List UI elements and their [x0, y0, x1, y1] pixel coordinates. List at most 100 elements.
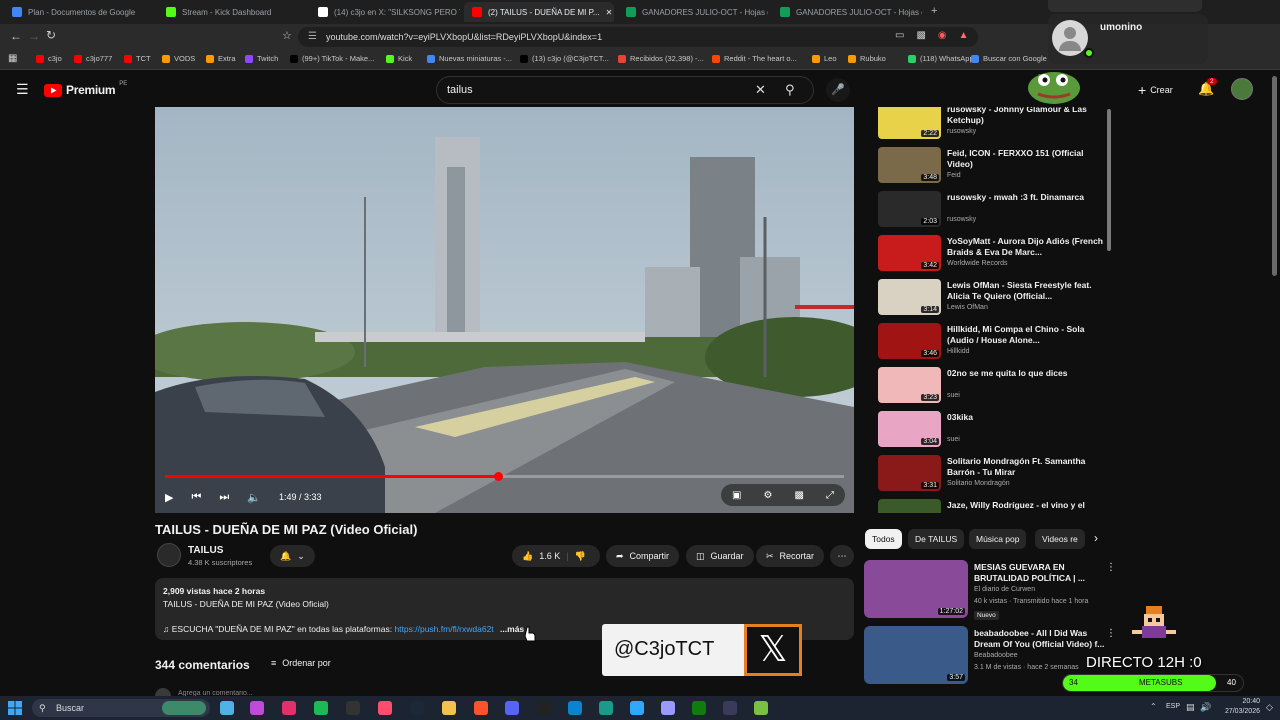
playlist-item[interactable]: 2:22 rusowsky - Johnny Glamour & Las Ketc… — [878, 107, 1108, 143]
playlist-item[interactable]: 3:46 Hillkidd, Mi Compa el Chino - Sola (… — [878, 323, 1108, 363]
back-icon[interactable]: ← — [10, 29, 22, 43]
page-scrollbar[interactable] — [1272, 76, 1277, 276]
obs-icon[interactable] — [723, 701, 737, 715]
windows-start-icon[interactable] — [8, 701, 22, 715]
subscribed-button[interactable]: 🔔 ⌄ — [270, 545, 315, 567]
file-explorer-icon[interactable] — [442, 701, 456, 715]
filter-chip[interactable]: De TAILUS — [908, 529, 965, 549]
account-avatar[interactable] — [1231, 78, 1253, 100]
playlist-item[interactable]: 3:05 Jaze, Willy Rodríguez - el vino y el… — [878, 499, 1108, 513]
playlist-item[interactable]: 3:31 Solitario Mondragón Ft. Samantha Bar… — [878, 455, 1108, 495]
filter-chip[interactable]: Todos — [865, 529, 902, 549]
bookmark-star-icon[interactable]: ☆ — [282, 29, 292, 42]
playlist-item[interactable]: 3:42 YoSoyMatt - Aurora Dijo Adiós (Frenc… — [878, 235, 1108, 275]
epic-games-icon[interactable] — [346, 701, 360, 715]
browser-tab[interactable]: (2) TAILUS - DUEÑA DE MI P... ✕ — [464, 2, 614, 22]
language-indicator[interactable]: ESP — [1166, 703, 1180, 710]
apps-grid-icon[interactable]: ▦ — [8, 53, 17, 64]
bookmark-item[interactable]: c3jo777 — [74, 54, 112, 63]
copilot-icon[interactable] — [250, 701, 264, 715]
bookmark-item[interactable]: Nuevas miniaturas -... — [427, 54, 512, 63]
bookmark-item[interactable]: (13) c3jo (@C3joTCT... — [520, 54, 609, 63]
next-icon[interactable]: ⏭ — [219, 491, 229, 504]
edge-icon[interactable] — [568, 701, 582, 715]
play-icon[interactable]: ▶ — [165, 491, 173, 504]
subtitles-icon[interactable]: ▣ — [732, 490, 741, 501]
video-player[interactable]: ▶ ⏮ ⏭ 🔈 1:49 / 3:33 ▣ ⚙ ▩ ⤢ — [155, 107, 854, 513]
playlist-item[interactable]: 3:14 Lewis OfMan - Siesta Freestyle feat.… — [878, 279, 1108, 319]
playlist-scrollbar[interactable] — [1107, 109, 1111, 251]
menu-hamburger-icon[interactable]: ☰ — [16, 81, 29, 98]
spotify-icon[interactable] — [314, 701, 328, 715]
browser-tab[interactable]: Plan - Documentos de Google — [4, 2, 154, 22]
browser-tab[interactable]: Stream - Kick Dashboard — [158, 2, 306, 22]
bookmark-item[interactable]: (118) WhatsApp — [908, 54, 974, 63]
search-icon[interactable]: ⚲ — [785, 77, 795, 103]
reload-icon[interactable]: ↻ — [46, 28, 56, 42]
bookmark-item[interactable]: Extra — [206, 54, 236, 63]
browser-tab[interactable]: (14) c3jo en X: "SILKSONG PERO TO... — [310, 2, 460, 22]
chips-next-icon[interactable]: › — [1094, 531, 1098, 545]
clock-date[interactable]: 27/03/2026 — [1218, 708, 1260, 715]
recommended-menu-icon[interactable]: ⋮ — [1106, 628, 1116, 639]
miniplayer-icon[interactable]: ▩ — [795, 490, 804, 501]
premiere-icon[interactable] — [661, 701, 675, 715]
bookmark-item[interactable]: Rubuko — [848, 54, 886, 63]
playlist-item[interactable]: 3:04 03kika suei — [878, 411, 1108, 451]
clip-button[interactable]: ✂ Recortar — [756, 545, 825, 567]
like-button[interactable]: 👍 1.6 K | 👎 — [512, 545, 600, 567]
save-button[interactable]: ◫ Guardar — [686, 545, 754, 567]
bookmark-item[interactable]: c3jo — [36, 54, 62, 63]
volume-icon[interactable]: 🔈 — [247, 491, 261, 504]
bookmark-item[interactable]: TCT — [124, 54, 151, 63]
thumb-down-icon[interactable]: 👎 — [575, 551, 586, 562]
widgets-icon[interactable] — [220, 701, 234, 715]
clear-search-icon[interactable]: ✕ — [755, 77, 766, 103]
xbox-icon[interactable] — [692, 701, 706, 715]
extension-triangle-icon[interactable]: ▲ — [959, 30, 969, 41]
show-more-link[interactable]: ...más — [500, 624, 524, 634]
browser-tab[interactable]: GANADORES JULIO-OCT - Hojas de... — [618, 2, 768, 22]
sort-comments-button[interactable]: ≡ Ordenar por — [271, 658, 331, 668]
steam-icon[interactable] — [410, 701, 424, 715]
c3jo-app-icon[interactable] — [378, 701, 392, 715]
filter-chip[interactable]: Videos re — [1035, 529, 1085, 549]
brave-icon[interactable] — [474, 701, 488, 715]
fullscreen-icon[interactable]: ⤢ — [826, 490, 834, 501]
discord-icon[interactable] — [505, 701, 519, 715]
notification-center-icon[interactable]: ◇ — [1266, 702, 1273, 713]
channel-avatar[interactable] — [157, 543, 181, 567]
capcut-icon[interactable] — [537, 701, 551, 715]
share-button[interactable]: ➦ Compartir — [606, 545, 680, 567]
bookmark-item[interactable]: Twitch — [245, 54, 278, 63]
forward-icon[interactable]: → — [28, 29, 40, 43]
bookmark-item[interactable]: Recibidos (32,398) -... — [618, 54, 704, 63]
url-field[interactable]: ☰ youtube.com/watch?v=eyiPLVXbopU&list=R… — [298, 27, 978, 47]
more-actions-button[interactable]: ⋯ — [830, 545, 854, 567]
translate-icon[interactable]: ▩ — [916, 30, 925, 41]
playlist-item[interactable]: 2:03 rusowsky - mwah :3 ft. Dinamarca ruso… — [878, 191, 1108, 231]
speaker-icon[interactable]: 🔊 — [1200, 702, 1211, 713]
app-icon[interactable] — [599, 701, 613, 715]
settings-gear-icon[interactable]: ⚙ — [764, 490, 773, 501]
clock-time[interactable]: 20:40 — [1218, 698, 1260, 705]
bookmark-item[interactable]: Kick — [386, 54, 412, 63]
browser-tab[interactable]: GANADORES JULIO-OCT - Hojas de... — [772, 2, 922, 22]
bookmark-item[interactable]: (99+) TikTok - Make... — [290, 54, 374, 63]
filter-chip[interactable]: Música pop — [969, 529, 1027, 549]
bookmark-item[interactable]: VODS — [162, 54, 195, 63]
network-icon[interactable]: ▤ — [1186, 702, 1195, 713]
description-link[interactable]: https://push.fm/fl/rxwda62t — [394, 624, 493, 634]
site-info-icon[interactable]: ☰ — [308, 27, 317, 47]
bookmark-item[interactable]: Buscar con Google — [971, 54, 1047, 63]
search-input[interactable]: tailus ✕ ⚲ — [436, 76, 814, 104]
create-button[interactable]: + Crear — [1138, 82, 1173, 98]
app2-icon[interactable] — [754, 701, 768, 715]
playlist-item[interactable]: 3:23 02no se me quita lo que dices suei — [878, 367, 1108, 407]
bookmark-item[interactable]: Reddit - The heart o... — [712, 54, 797, 63]
photoshop-icon[interactable] — [630, 701, 644, 715]
recommended-menu-icon[interactable]: ⋮ — [1106, 562, 1116, 573]
recommended-video[interactable]: 1:27:02 MESIAS GUEVARA EN BRUTALIDAD POLÍ… — [864, 560, 1118, 622]
playlist-item[interactable]: 3:48 Feid, ICON - FERXXO 151 (Official Vi… — [878, 147, 1108, 187]
new-tab-icon[interactable]: + — [931, 5, 937, 17]
